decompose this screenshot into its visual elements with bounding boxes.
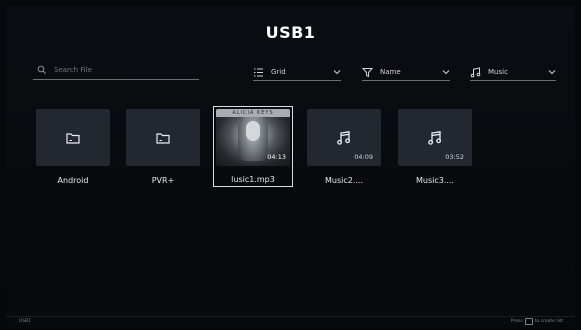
file-tile-pvr[interactable]: PVR+ [126, 109, 200, 185]
tile-thumbnail [126, 109, 200, 166]
chevron-down-icon [333, 70, 341, 75]
album-art-title: ALICIA KEYS [216, 109, 290, 117]
tile-label: lusic1.mp3 [231, 175, 275, 184]
file-tile-music2[interactable]: 04:09 Music2.... [307, 109, 381, 185]
music-note-icon [470, 66, 481, 77]
search-input[interactable]: Search File [33, 61, 199, 80]
chevron-down-icon [548, 70, 556, 75]
album-art-face [246, 121, 260, 141]
sort-value: Name [380, 68, 401, 76]
music-note-icon [337, 130, 351, 145]
folder-icon [156, 132, 170, 144]
chevron-down-icon [442, 70, 450, 75]
file-tile-android[interactable]: Android [36, 109, 110, 185]
media-type-dropdown[interactable]: Music [470, 63, 556, 81]
dropdown-underline [362, 80, 450, 81]
tile-thumbnail: ALICIA KEYS 04:13 [216, 109, 290, 166]
page-title: USB1 [265, 23, 316, 42]
view-mode-dropdown[interactable]: Grid [253, 63, 341, 81]
file-tile-music1[interactable]: ALICIA KEYS 04:13 lusic1.mp3 [213, 106, 293, 187]
dropdown-underline [253, 80, 341, 81]
current-location: USB1 [19, 319, 32, 324]
tile-duration: 04:09 [354, 153, 373, 161]
folder-icon [66, 132, 80, 144]
music-note-icon [428, 130, 442, 145]
tile-label: Music2.... [324, 176, 364, 185]
media-type-value: Music [488, 68, 508, 76]
status-bar: USB1 Press to create list [6, 316, 575, 325]
view-mode-value: Grid [271, 68, 286, 76]
tile-label: Music3.... [415, 176, 455, 185]
tile-duration: 03:52 [445, 153, 464, 161]
search-icon [37, 65, 46, 74]
filter-icon [362, 67, 373, 77]
menu-key-icon [524, 318, 533, 325]
key-hint-suffix: to create list [534, 319, 563, 324]
sort-dropdown[interactable]: Name [362, 63, 450, 81]
dropdown-underline [470, 80, 556, 81]
tile-thumbnail [36, 109, 110, 166]
file-tile-music3[interactable]: 03:52 Music3.... [398, 109, 472, 185]
tile-duration: 04:13 [267, 153, 286, 161]
list-icon [254, 68, 263, 76]
tile-thumbnail: 03:52 [398, 109, 472, 166]
key-hint-prefix: Press [510, 319, 523, 324]
tile-label: PVR+ [151, 176, 175, 185]
search-placeholder: Search File [54, 66, 92, 74]
tile-label: Android [57, 176, 89, 185]
tile-thumbnail: 04:09 [307, 109, 381, 166]
key-hint: Press to create list [511, 318, 563, 325]
